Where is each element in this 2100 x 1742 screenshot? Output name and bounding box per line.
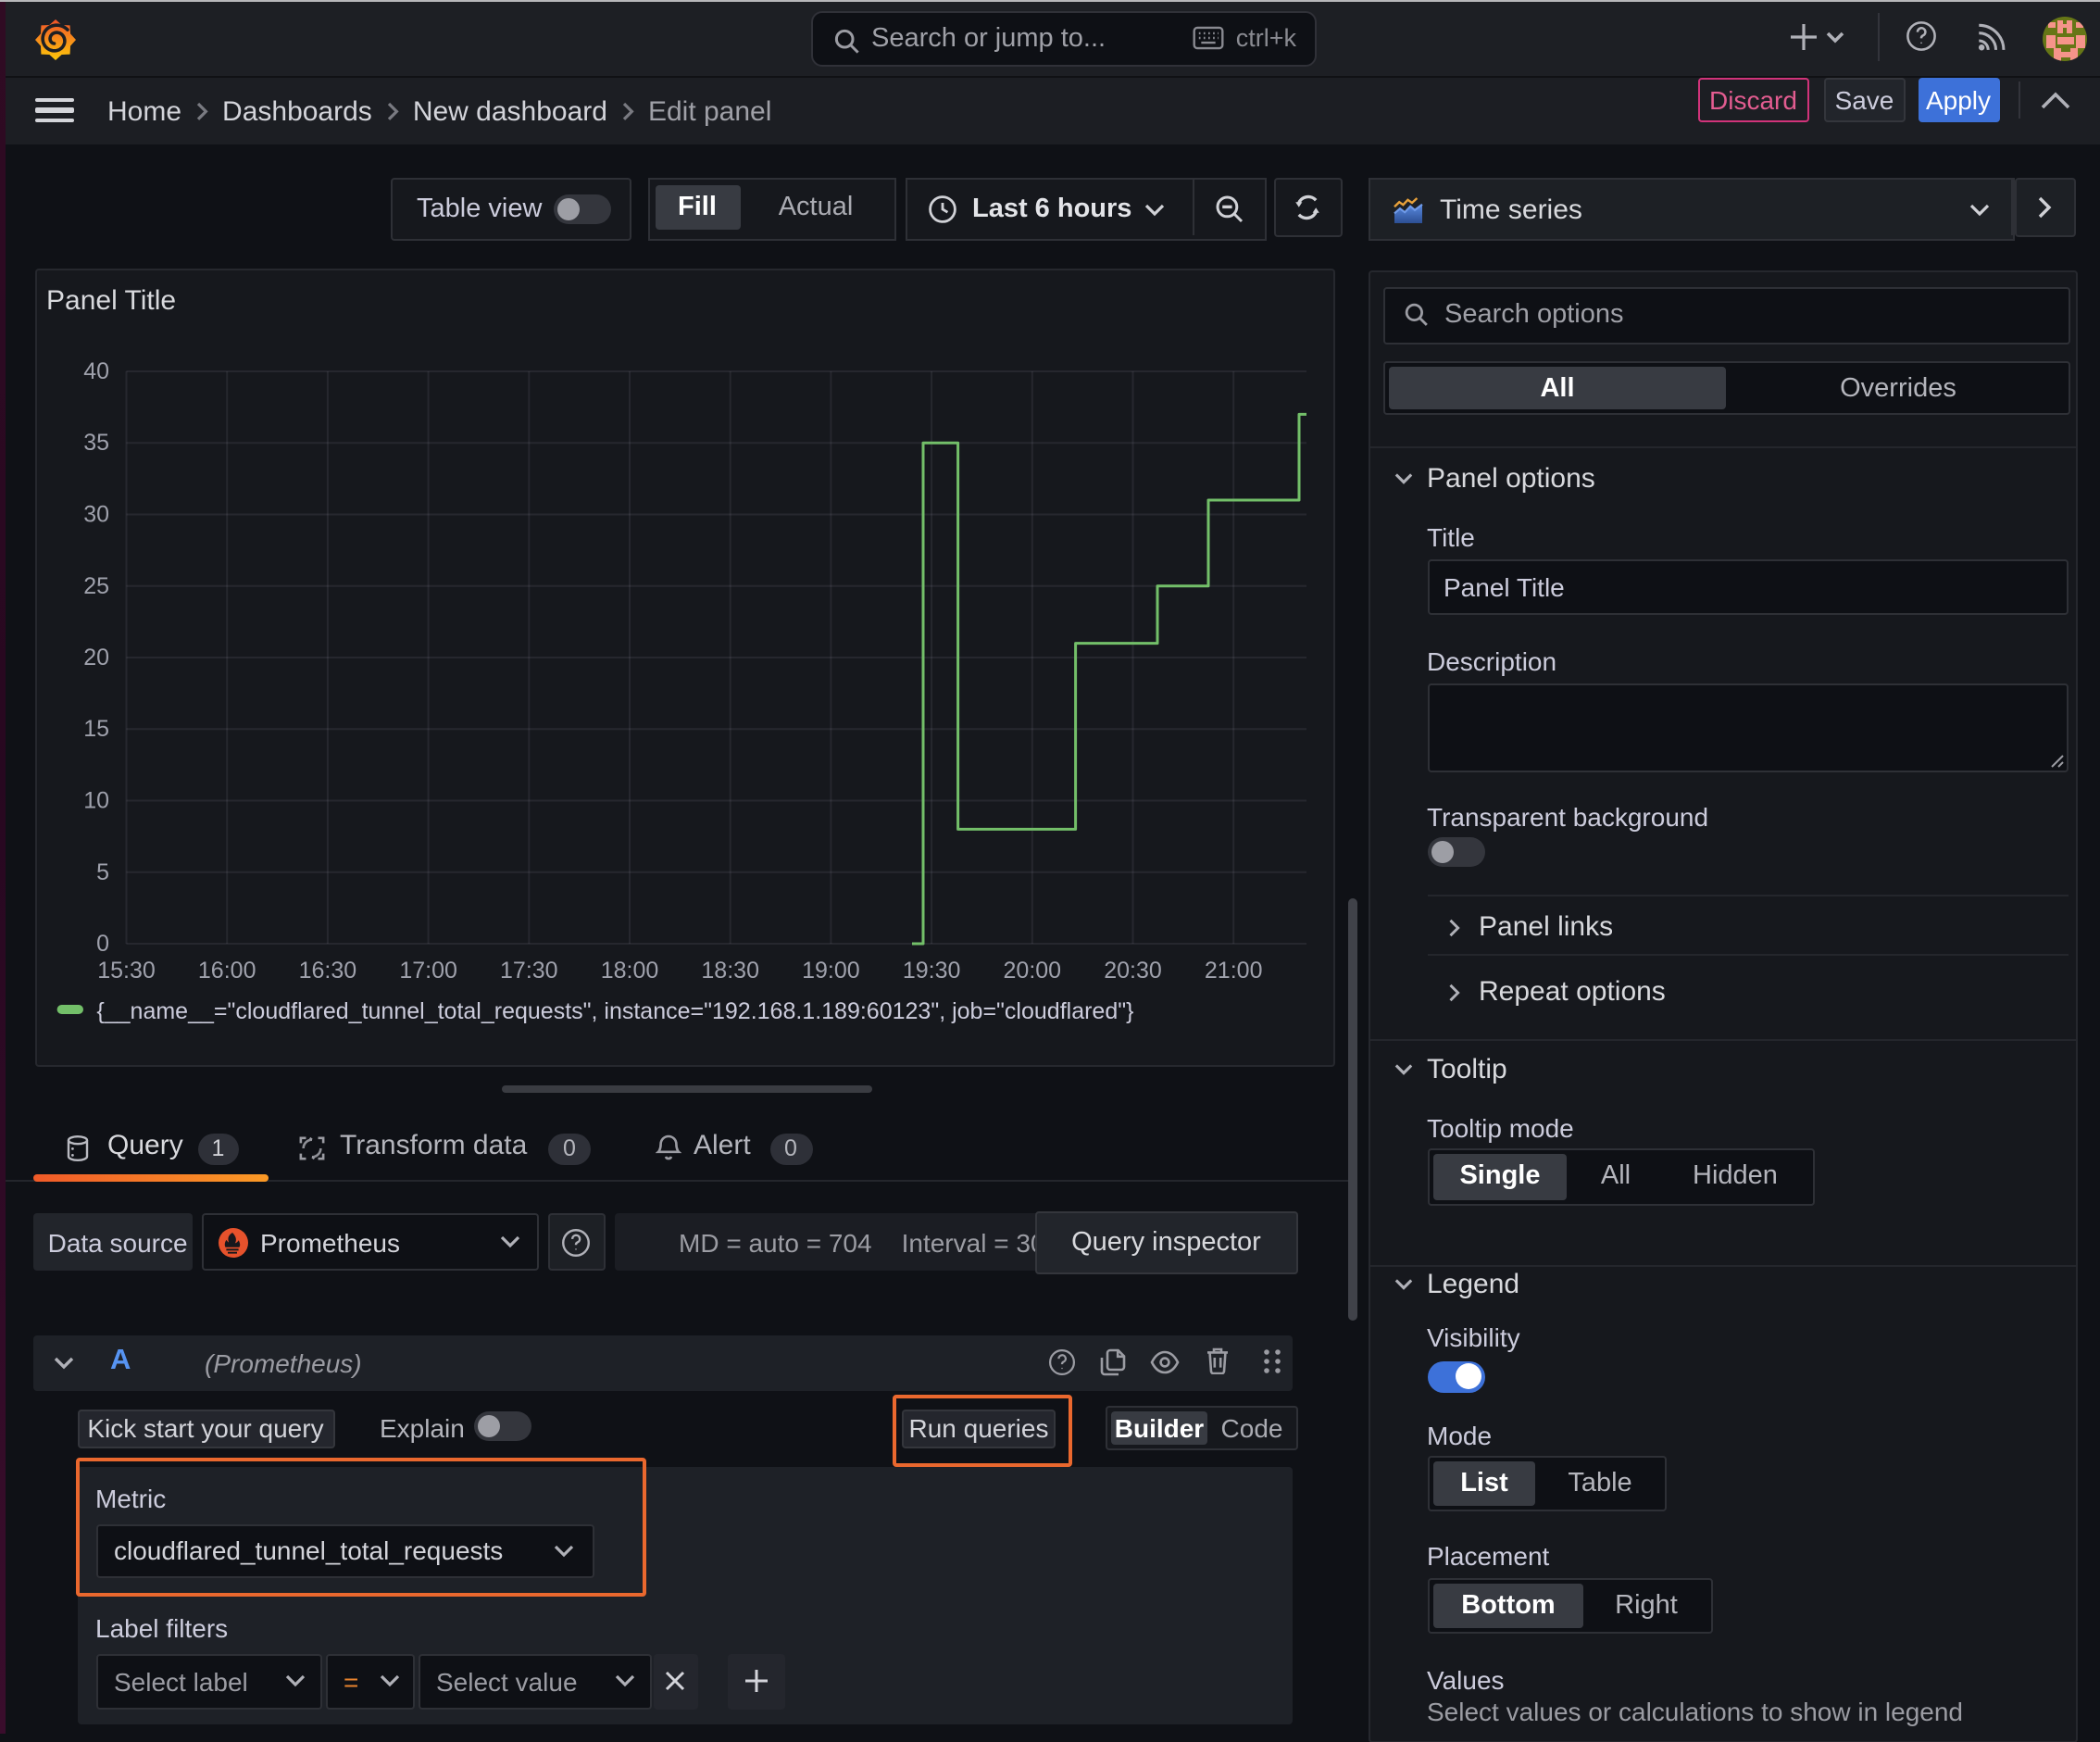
svg-text:18:00: 18:00 [600,958,658,984]
svg-text:20:00: 20:00 [1003,958,1061,984]
svg-text:17:00: 17:00 [398,958,456,984]
svg-text:21:00: 21:00 [1204,958,1262,984]
svg-text:20:30: 20:30 [1103,958,1161,984]
svg-text:30: 30 [82,502,108,528]
svg-text:35: 35 [82,430,108,456]
svg-text:15:30: 15:30 [96,958,155,984]
svg-text:0: 0 [95,931,108,957]
svg-text:10: 10 [82,788,108,814]
svg-text:15: 15 [82,716,108,742]
svg-text:17:30: 17:30 [499,958,557,984]
svg-text:40: 40 [82,358,108,384]
svg-text:16:00: 16:00 [197,958,256,984]
svg-text:20: 20 [82,645,108,670]
svg-text:5: 5 [95,859,108,885]
svg-text:25: 25 [82,573,108,599]
svg-text:19:30: 19:30 [902,958,960,984]
svg-text:19:00: 19:00 [801,958,859,984]
svg-text:18:30: 18:30 [700,958,758,984]
svg-text:{__name__="cloudflared_tunnel_: {__name__="cloudflared_tunnel_total_requ… [95,998,1132,1024]
svg-text:16:30: 16:30 [298,958,356,984]
